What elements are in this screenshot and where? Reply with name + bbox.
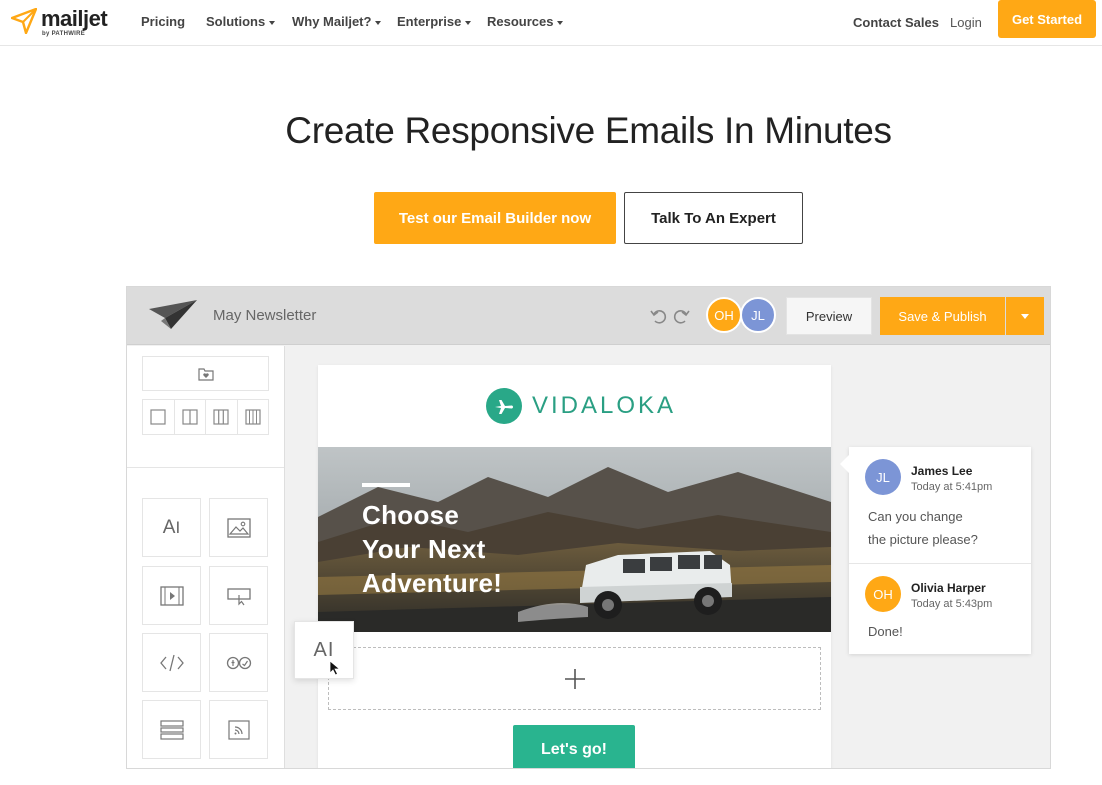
test-email-builder-button[interactable]: Test our Email Builder now bbox=[374, 192, 616, 244]
email-preview: VIDALOKA Choose Your Next Adventure! Let… bbox=[318, 365, 831, 768]
plus-icon bbox=[564, 668, 585, 689]
layout-four-columns[interactable] bbox=[238, 400, 269, 434]
two-columns-icon bbox=[182, 409, 198, 425]
contact-sales-link[interactable]: Contact Sales bbox=[853, 15, 939, 30]
editor-toolbar: May Newsletter OH JL Preview Save & Publ… bbox=[127, 287, 1050, 345]
mailjet-logo[interactable]: mailjet by PATHWIRE bbox=[11, 5, 121, 39]
three-columns-icon bbox=[213, 409, 229, 425]
avatar: OH bbox=[865, 576, 901, 612]
code-icon bbox=[159, 654, 184, 671]
logo-text: mailjet bbox=[41, 6, 108, 31]
text-block[interactable]: AI bbox=[142, 498, 201, 557]
save-options-dropdown[interactable] bbox=[1006, 297, 1044, 335]
nav-enterprise[interactable]: Enterprise bbox=[397, 14, 472, 29]
nav-enterprise-label: Enterprise bbox=[397, 14, 462, 29]
video-icon bbox=[159, 585, 184, 606]
column-layouts bbox=[142, 399, 269, 435]
html-block[interactable] bbox=[142, 633, 201, 692]
lets-go-button[interactable]: Let's go! bbox=[513, 725, 635, 768]
headline-accent-bar bbox=[362, 483, 410, 487]
login-link[interactable]: Login bbox=[950, 15, 982, 30]
image-icon bbox=[226, 517, 251, 538]
page-title: Create Responsive Emails In Minutes bbox=[285, 110, 892, 151]
layout-two-columns[interactable] bbox=[175, 400, 206, 434]
saved-sections-button[interactable] bbox=[142, 356, 269, 391]
chevron-down-icon bbox=[557, 20, 564, 25]
headline-line: Adventure! bbox=[362, 568, 503, 598]
layout-three-columns[interactable] bbox=[206, 400, 238, 434]
avatar[interactable]: OH bbox=[706, 297, 742, 333]
divider-block[interactable] bbox=[142, 700, 201, 759]
comment-author: James Lee bbox=[911, 464, 973, 478]
four-columns-icon bbox=[245, 409, 261, 425]
paper-plane-icon bbox=[11, 8, 37, 34]
nav-resources-label: Resources bbox=[487, 14, 554, 29]
logo-subtext: by PATHWIRE bbox=[42, 31, 86, 37]
comment-author: Olivia Harper bbox=[911, 581, 986, 595]
block-drop-zone[interactable] bbox=[328, 647, 821, 710]
vidaloka-brand: VIDALOKA bbox=[486, 387, 676, 425]
comment-text: Done! bbox=[868, 620, 1018, 643]
paper-plane-icon bbox=[149, 300, 197, 329]
text-icon: AI bbox=[162, 516, 181, 538]
nav-solutions[interactable]: Solutions bbox=[206, 14, 276, 29]
rss-icon bbox=[227, 719, 250, 740]
social-block[interactable] bbox=[209, 633, 268, 692]
brand-name: VIDALOKA bbox=[532, 392, 677, 419]
nav-pricing[interactable]: Pricing bbox=[141, 14, 185, 29]
avatar[interactable]: JL bbox=[740, 297, 776, 333]
chevron-down-icon bbox=[269, 20, 276, 25]
comments-pointer bbox=[840, 455, 849, 473]
nav-resources[interactable]: Resources bbox=[487, 14, 564, 29]
comment-time: Today at 5:43pm bbox=[911, 598, 993, 610]
button-cursor-icon bbox=[226, 587, 251, 605]
nav-pricing-label: Pricing bbox=[141, 14, 186, 29]
one-column-icon bbox=[150, 409, 166, 425]
comment-line: the picture please? bbox=[868, 532, 978, 547]
dragged-text-block[interactable]: AI bbox=[294, 621, 354, 679]
text-icon: AI bbox=[313, 638, 335, 661]
sidebar-divider bbox=[127, 467, 284, 468]
nav-solutions-label: Solutions bbox=[206, 14, 266, 29]
hero-headline: Choose Your Next Adventure! bbox=[362, 498, 582, 600]
headline-line: Choose bbox=[362, 500, 460, 530]
airplane-icon bbox=[486, 388, 522, 424]
video-block[interactable] bbox=[142, 566, 201, 625]
redo-icon[interactable] bbox=[673, 307, 691, 325]
comment-line: Done! bbox=[868, 624, 903, 639]
rss-block[interactable] bbox=[209, 700, 268, 759]
preview-button[interactable]: Preview bbox=[786, 297, 872, 335]
avatar: JL bbox=[865, 459, 901, 495]
chevron-down-icon bbox=[375, 20, 382, 25]
folder-heart-icon bbox=[197, 367, 214, 381]
get-started-button[interactable]: Get Started bbox=[998, 0, 1096, 38]
layout-one-column[interactable] bbox=[143, 400, 175, 434]
undo-icon[interactable] bbox=[649, 307, 667, 325]
image-block[interactable] bbox=[209, 498, 268, 557]
comment-text: Can you change the picture please? bbox=[868, 505, 1018, 551]
nav-why-mailjet-label: Why Mailjet? bbox=[292, 14, 372, 29]
comment-divider bbox=[849, 563, 1031, 564]
comment-time: Today at 5:41pm bbox=[911, 481, 993, 493]
comments-panel: JL James Lee Today at 5:41pm Can you cha… bbox=[840, 447, 1031, 654]
section-icon bbox=[159, 719, 184, 740]
chevron-down-icon bbox=[465, 20, 472, 25]
talk-to-expert-button[interactable]: Talk To An Expert bbox=[624, 192, 803, 244]
headline-line: Your Next bbox=[362, 534, 486, 564]
comment-line: Can you change bbox=[868, 509, 963, 524]
nav-why-mailjet[interactable]: Why Mailjet? bbox=[292, 14, 382, 29]
block-sidebar: AI bbox=[127, 346, 285, 768]
newsletter-title: May Newsletter bbox=[213, 307, 317, 324]
top-navigation: mailjet by PATHWIRE Pricing Solutions Wh… bbox=[0, 0, 1102, 46]
cursor-icon bbox=[329, 660, 341, 676]
chevron-down-icon bbox=[1021, 313, 1029, 319]
social-icon bbox=[226, 656, 251, 669]
hero-image[interactable]: Choose Your Next Adventure! bbox=[318, 447, 831, 632]
save-publish-button[interactable]: Save & Publish bbox=[880, 297, 1005, 335]
button-block[interactable] bbox=[209, 566, 268, 625]
